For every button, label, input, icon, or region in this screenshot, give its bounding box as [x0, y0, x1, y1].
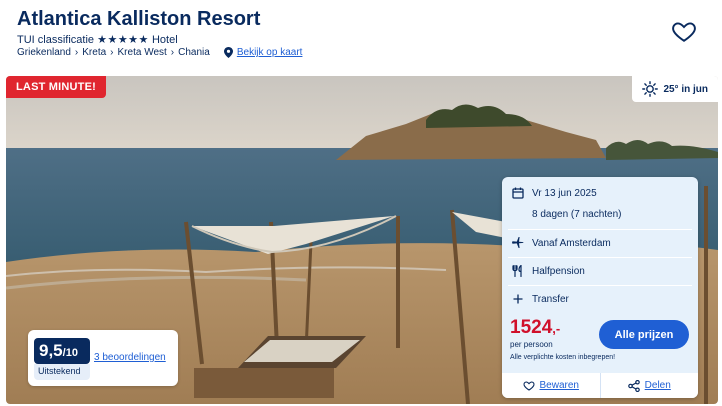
- star-rating: ★★★★★: [97, 34, 149, 46]
- weather-text: 25° in jun: [663, 83, 708, 95]
- chevron-right-icon: ›: [74, 47, 79, 58]
- reviews-link[interactable]: 3 beoordelingen: [94, 352, 166, 363]
- map-link[interactable]: Bekijk op kaart: [223, 47, 303, 58]
- breadcrumb: Griekenland › Kreta › Kreta West › Chani…: [17, 47, 302, 58]
- departure-date: Vr 13 jun 2025: [532, 187, 597, 199]
- hotel-title: Atlantica Kalliston Resort: [17, 8, 261, 30]
- share-icon: [627, 379, 640, 392]
- calendar-icon: [512, 187, 524, 199]
- costs-note: Alle verplichte kosten inbegrepen!: [510, 354, 616, 361]
- all-prices-button[interactable]: Alle prijzen: [599, 320, 689, 349]
- rating-score-max: /10: [62, 347, 78, 359]
- departure-airport: Vanaf Amsterdam: [532, 237, 611, 249]
- price-suffix: ,-: [552, 321, 561, 336]
- save-button[interactable]: Bewaren: [502, 373, 600, 398]
- hotel-classification: TUI classificatie ★★★★★ Hotel: [17, 33, 178, 46]
- price-value: 1524: [510, 317, 553, 338]
- rating-score-value: 9,5: [39, 341, 63, 360]
- classification-prefix: TUI classificatie: [17, 34, 95, 46]
- breadcrumb-item-region[interactable]: Kreta: [82, 47, 106, 58]
- board-type: Halfpension: [532, 265, 585, 277]
- departure-row: Vanaf Amsterdam: [512, 237, 611, 249]
- share-button[interactable]: Delen: [599, 373, 699, 398]
- save-label: Bewaren: [539, 380, 579, 391]
- rating-label: Uitstekend: [34, 364, 90, 380]
- duration-row: 8 dagen (7 nachten): [532, 209, 622, 220]
- rating-panel: 9,5/10 Uitstekend 3 beoordelingen: [28, 330, 178, 386]
- plus-icon: [513, 294, 523, 304]
- board-row: Halfpension: [512, 265, 585, 277]
- rating-score: 9,5/10: [34, 338, 90, 364]
- sun-icon: [642, 81, 659, 97]
- share-label: Delen: [644, 380, 671, 391]
- price: 1524,-: [510, 317, 560, 339]
- transfer-label: Transfer: [532, 293, 569, 305]
- chevron-right-icon: ›: [110, 47, 114, 58]
- hero-image[interactable]: LAST MINUTE! 25° in jun 9,5/10 Uitsteken…: [6, 76, 718, 404]
- date-row: Vr 13 jun 2025: [512, 187, 597, 199]
- map-link-label: Bekijk op kaart: [236, 47, 303, 58]
- breadcrumb-item-country[interactable]: Griekenland: [17, 47, 71, 58]
- cutlery-icon: [512, 265, 522, 277]
- transfer-row: Transfer: [512, 293, 569, 305]
- hotel-header: Atlantica Kalliston Resort TUI classific…: [17, 8, 707, 68]
- plane-icon: [512, 237, 524, 248]
- last-minute-badge: LAST MINUTE!: [6, 76, 107, 98]
- classification-suffix: Hotel: [151, 34, 178, 46]
- chevron-right-icon: ›: [170, 47, 175, 58]
- breadcrumb-item-city[interactable]: Chania: [178, 47, 210, 58]
- breadcrumb-item-subregion[interactable]: Kreta West: [118, 47, 167, 58]
- card-actions: Bewaren Delen: [502, 373, 698, 398]
- offer-card: Vr 13 jun 2025 8 dagen (7 nachten) Vanaf…: [502, 177, 698, 398]
- per-person-label: per persoon: [510, 340, 553, 349]
- heart-icon: [522, 381, 535, 391]
- divider: [508, 229, 692, 230]
- divider: [508, 257, 692, 258]
- trip-duration: 8 dagen (7 nachten): [532, 209, 622, 220]
- heart-icon[interactable]: [671, 18, 697, 44]
- map-pin-icon: [223, 47, 233, 58]
- divider: [508, 285, 692, 286]
- weather-badge: 25° in jun: [632, 76, 718, 102]
